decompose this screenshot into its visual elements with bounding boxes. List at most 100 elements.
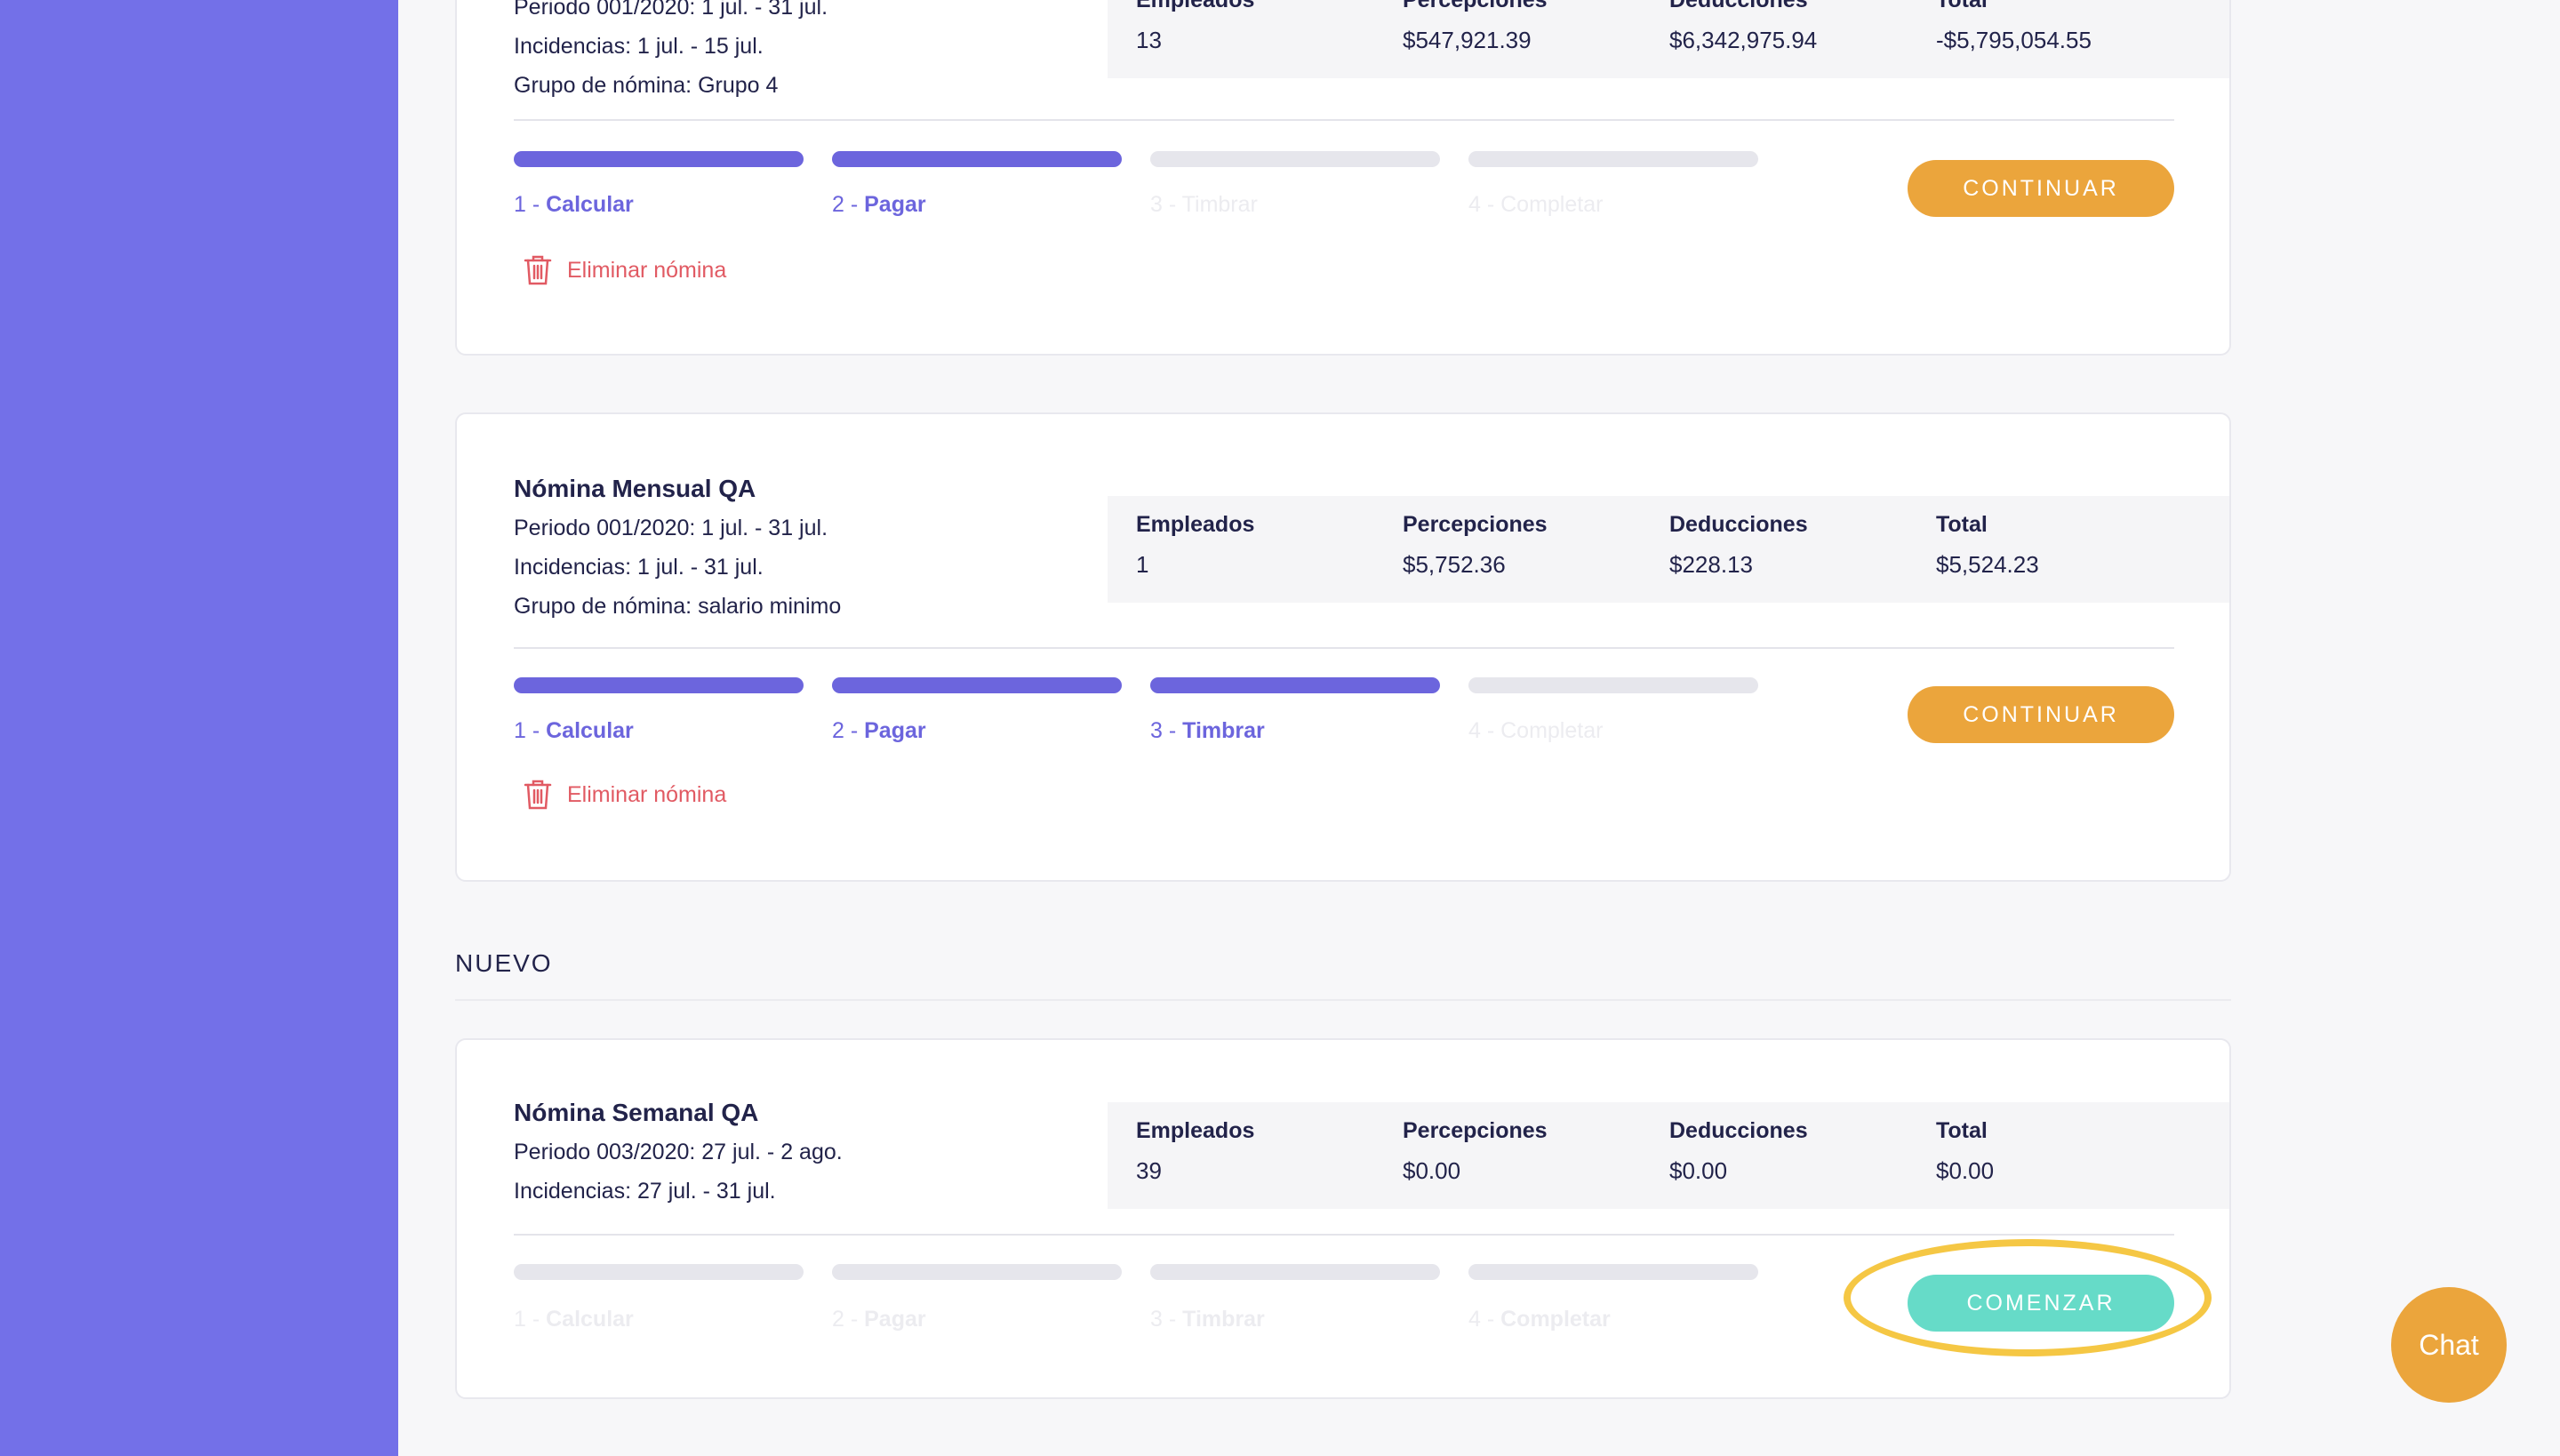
payroll-incidents: Incidencias: 1 jul. - 31 jul. — [514, 555, 764, 580]
step-number: 3 - — [1150, 718, 1183, 743]
card-divider — [514, 1234, 2174, 1236]
step-calcular: 1 - Calcular — [514, 1307, 634, 1332]
chat-button[interactable]: Chat — [2391, 1287, 2507, 1403]
deductions-value: $228.13 — [1669, 551, 1753, 578]
step-name: Timbrar — [1182, 718, 1265, 743]
step-timbrar: 3 - Timbrar — [1150, 1307, 1265, 1332]
step-number: 2 - — [832, 192, 865, 217]
section-divider — [455, 999, 2231, 1001]
delete-label: Eliminar nómina — [567, 257, 727, 283]
step-pagar[interactable]: 2 - Pagar — [832, 718, 926, 744]
step-number: 3 - — [1150, 1307, 1183, 1332]
trash-icon — [524, 780, 552, 810]
payroll-period: Periodo 003/2020: 27 jul. - 2 ago. — [514, 1140, 843, 1164]
continue-button[interactable]: CONTINUAR — [1908, 160, 2174, 217]
card-divider — [514, 647, 2174, 649]
step-completar: 4 - Completar — [1468, 718, 1603, 744]
step-bar-calcular — [514, 677, 804, 693]
sidebar — [0, 0, 398, 1456]
employees-label: Empleados — [1136, 0, 1255, 12]
highlight-ring — [1844, 1239, 2212, 1356]
perceptions-value: $0.00 — [1403, 1157, 1461, 1184]
payroll-title: Nómina Mensual QA — [514, 475, 756, 502]
step-bar-completar — [1468, 151, 1758, 167]
step-name: Calcular — [546, 192, 634, 217]
card-divider — [514, 119, 2174, 121]
employees-label: Empleados — [1136, 1118, 1255, 1143]
payroll-group: Grupo de nómina: Grupo 4 — [514, 73, 779, 98]
payroll-card: Periodo 001/2020: 1 jul. - 31 jul. Incid… — [455, 0, 2231, 356]
step-bar-pagar — [832, 151, 1122, 167]
step-number: 1 - — [514, 192, 547, 217]
step-number: 3 - — [1150, 192, 1182, 217]
payroll-card: Nómina Mensual QA Periodo 001/2020: 1 ju… — [455, 412, 2231, 882]
step-name: Timbrar — [1181, 192, 1258, 217]
payroll-incidents: Incidencias: 27 jul. - 31 jul. — [514, 1179, 776, 1204]
step-bar-calcular — [514, 1264, 804, 1280]
step-number: 4 - — [1468, 192, 1501, 217]
delete-payroll-button[interactable]: Eliminar nómina — [523, 779, 726, 811]
perceptions-label: Percepciones — [1403, 0, 1548, 12]
step-number: 4 - — [1468, 1307, 1501, 1332]
step-bar-completar — [1468, 677, 1758, 693]
step-bar-timbrar — [1150, 677, 1440, 693]
step-name: Pagar — [864, 718, 926, 743]
step-name: Completar — [1500, 718, 1604, 743]
step-bar-pagar — [832, 677, 1122, 693]
payroll-summary: Empleados 1 Percepciones $5,752.36 Deduc… — [1108, 496, 2229, 603]
delete-label: Eliminar nómina — [567, 781, 727, 807]
step-name: Completar — [1500, 1307, 1611, 1332]
deductions-label: Deducciones — [1669, 1118, 1808, 1143]
perceptions-value: $547,921.39 — [1403, 27, 1532, 53]
step-number: 4 - — [1468, 718, 1501, 743]
total-label: Total — [1936, 1118, 1988, 1143]
step-bar-timbrar — [1150, 151, 1440, 167]
employees-label: Empleados — [1136, 512, 1255, 537]
step-name: Pagar — [864, 192, 926, 217]
step-calcular[interactable]: 1 - Calcular — [514, 192, 634, 218]
payroll-group: Grupo de nómina: salario minimo — [514, 594, 842, 619]
employees-value: 13 — [1136, 27, 1162, 53]
step-name: Pagar — [864, 1307, 926, 1332]
step-name: Calcular — [546, 718, 634, 743]
step-calcular[interactable]: 1 - Calcular — [514, 718, 634, 744]
step-number: 1 - — [514, 718, 547, 743]
deductions-label: Deducciones — [1669, 0, 1808, 12]
step-pagar[interactable]: 2 - Pagar — [832, 192, 926, 218]
employees-value: 39 — [1136, 1157, 1162, 1184]
continue-button[interactable]: CONTINUAR — [1908, 686, 2174, 743]
step-name: Calcular — [546, 1307, 634, 1332]
step-completar: 4 - Completar — [1468, 192, 1603, 218]
employees-value: 1 — [1136, 551, 1149, 578]
step-bar-pagar — [832, 1264, 1122, 1280]
perceptions-label: Percepciones — [1403, 1118, 1548, 1143]
total-label: Total — [1936, 512, 1988, 537]
step-completar: 4 - Completar — [1468, 1307, 1611, 1332]
step-number: 2 - — [832, 1307, 865, 1332]
deductions-value: $6,342,975.94 — [1669, 27, 1818, 53]
step-bar-timbrar — [1150, 1264, 1440, 1280]
section-new-label: NUEVO — [455, 949, 553, 977]
payroll-summary: Empleados 13 Percepciones $547,921.39 De… — [1108, 0, 2229, 78]
payroll-summary: Empleados 39 Percepciones $0.00 Deduccio… — [1108, 1102, 2229, 1209]
step-name: Timbrar — [1182, 1307, 1265, 1332]
step-timbrar: 3 - Timbrar — [1150, 192, 1258, 218]
perceptions-label: Percepciones — [1403, 512, 1548, 537]
step-number: 2 - — [832, 718, 865, 743]
total-value: $5,524.23 — [1936, 551, 2039, 578]
payroll-incidents: Incidencias: 1 jul. - 15 jul. — [514, 34, 764, 59]
payroll-period: Periodo 001/2020: 1 jul. - 31 jul. — [514, 0, 828, 20]
step-name: Completar — [1500, 192, 1604, 217]
delete-payroll-button[interactable]: Eliminar nómina — [523, 254, 726, 286]
step-bar-calcular — [514, 151, 804, 167]
step-number: 1 - — [514, 1307, 547, 1332]
payroll-period: Periodo 001/2020: 1 jul. - 31 jul. — [514, 516, 828, 540]
total-label: Total — [1936, 0, 1988, 12]
step-timbrar[interactable]: 3 - Timbrar — [1150, 718, 1265, 744]
trash-icon — [524, 255, 552, 285]
step-bar-completar — [1468, 1264, 1758, 1280]
deductions-label: Deducciones — [1669, 512, 1808, 537]
deductions-value: $0.00 — [1669, 1157, 1728, 1184]
total-value: $0.00 — [1936, 1157, 1995, 1184]
total-value: -$5,795,054.55 — [1936, 27, 2092, 53]
